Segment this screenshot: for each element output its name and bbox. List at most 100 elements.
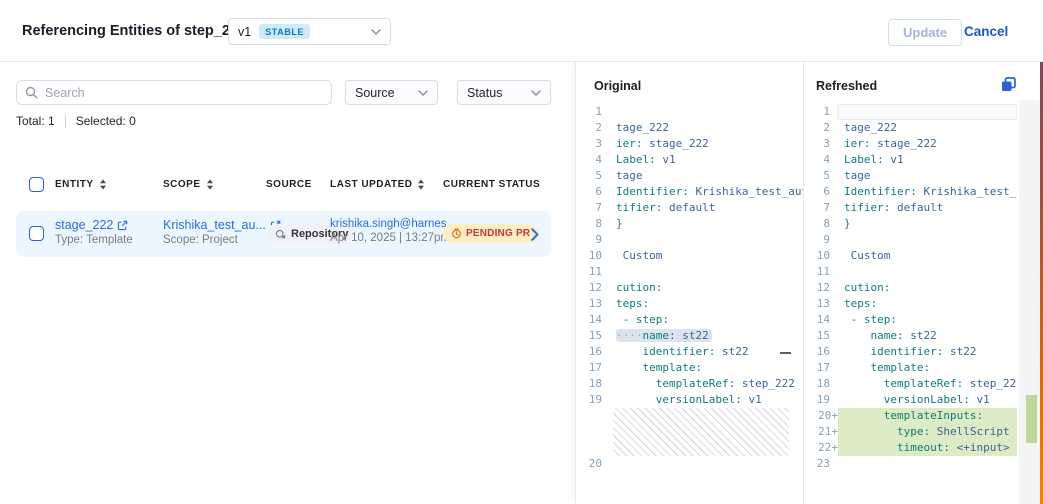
minimap-added-marker <box>1026 395 1037 443</box>
entities-list-pane: Source Status Total: 1 Selected: 0 ENTIT… <box>0 62 575 504</box>
search-box <box>16 80 332 105</box>
select-all-checkbox[interactable] <box>29 177 44 192</box>
chevron-down-icon <box>418 90 428 96</box>
page-title: Referencing Entities of step_222 <box>22 23 246 39</box>
code-line: 6Identifier: Krishika_test_aut <box>804 184 1017 200</box>
search-input[interactable] <box>45 86 323 100</box>
code-line: 21+ type: ShellScript <box>804 424 1017 440</box>
code-line: 14 - step: <box>576 312 803 328</box>
code-line: 4Label: v1 <box>804 152 1017 168</box>
column-header-source: SOURCE <box>266 179 312 190</box>
code-line: 3ier: stage_222 <box>804 136 1017 152</box>
code-line: 15 name: st22 <box>804 328 1017 344</box>
scope-name: Krishika_test_au... <box>163 218 266 232</box>
repository-icon <box>275 229 286 240</box>
code-line: 6Identifier: Krishika_test_aut <box>576 184 803 200</box>
refreshed-code-panel[interactable]: 12tage_2223ier: stage_2224Label: v15tage… <box>804 104 1017 504</box>
code-line: 5tage <box>576 168 803 184</box>
code-line: 17 template: <box>804 360 1017 376</box>
code-line: 7tifier: default <box>804 200 1017 216</box>
entity-link[interactable]: stage_222 <box>55 218 133 232</box>
status-filter-label: Status <box>467 86 502 100</box>
sort-icon[interactable] <box>99 179 107 190</box>
refreshed-panel-title: Refreshed <box>816 79 877 93</box>
title-bar: Referencing Entities of step_222 v1 STAB… <box>0 0 1043 62</box>
code-line: 9 <box>576 232 803 248</box>
entity-type: Type: Template <box>55 234 133 246</box>
code-line: 12cution: <box>804 280 1017 296</box>
status-badge-label: PENDING PR <box>466 228 530 239</box>
code-line: 7tifier: default <box>576 200 803 216</box>
cancel-button[interactable]: Cancel <box>964 24 1008 39</box>
sort-icon[interactable] <box>417 179 425 190</box>
external-link-icon <box>117 220 128 231</box>
code-line: 8} <box>804 216 1017 232</box>
code-line: 18 templateRef: step_222 <box>576 376 803 392</box>
code-line: 16 identifier: st22 <box>804 344 1017 360</box>
sort-icon[interactable] <box>206 179 214 190</box>
code-line: 20 <box>576 456 803 472</box>
code-line: 20+ templateInputs: <box>804 408 1017 424</box>
version-label: v1 <box>238 25 251 39</box>
stats-divider <box>65 115 66 128</box>
search-icon <box>25 86 38 99</box>
code-line: 16 identifier: st22 <box>576 344 803 360</box>
code-line: 10 Custom <box>804 248 1017 264</box>
scope-link[interactable]: Krishika_test_au... <box>163 218 281 232</box>
chevron-down-icon <box>371 29 381 35</box>
code-line: 23 <box>804 456 1017 472</box>
column-header-current-status: CURRENT STATUS <box>443 179 540 190</box>
code-line: 15····name: st22 <box>576 328 803 344</box>
chevron-down-icon <box>531 90 541 96</box>
code-line: 22+ timeout: <+input> <box>804 440 1017 456</box>
row-checkbox[interactable] <box>29 226 44 241</box>
source-filter-label: Source <box>355 86 395 100</box>
yaml-diff-pane: Original Refreshed 12tage_2223ier: stage… <box>575 62 1043 504</box>
status-badge: PENDING PR <box>443 224 538 243</box>
original-panel-title: Original <box>594 79 641 93</box>
code-line: 4Label: v1 <box>576 152 803 168</box>
source-filter-dropdown[interactable]: Source <box>345 80 438 105</box>
code-line: 19 versionLabel: v1 <box>804 392 1017 408</box>
column-header-entity: ENTITY <box>55 179 94 190</box>
stable-status-badge: STABLE <box>259 24 310 39</box>
entity-name: stage_222 <box>55 218 113 232</box>
diff-minimap-scrollbar[interactable] <box>1019 100 1041 504</box>
code-line: 14 - step: <box>804 312 1017 328</box>
code-line: 10 Custom <box>576 248 803 264</box>
updated-by: krishika.singh@harnes... <box>330 218 456 230</box>
status-filter-dropdown[interactable]: Status <box>457 80 551 105</box>
code-line: 13teps: <box>804 296 1017 312</box>
code-line: 12cution: <box>576 280 803 296</box>
diff-alignment-gap <box>613 408 789 456</box>
column-header-scope: SCOPE <box>163 179 201 190</box>
code-line: 1 <box>576 104 803 120</box>
code-line: 19 versionLabel: v1 <box>576 392 803 408</box>
update-button[interactable]: Update <box>888 19 962 46</box>
code-line: 9 <box>804 232 1017 248</box>
code-line: 11 <box>804 264 1017 280</box>
column-header-last-updated: LAST UPDATED <box>330 179 412 190</box>
code-line: 13teps: <box>576 296 803 312</box>
total-count: Total: 1 <box>16 114 55 128</box>
selection-stats: Total: 1 Selected: 0 <box>16 114 136 128</box>
copy-icon[interactable] <box>1000 76 1017 98</box>
table-row[interactable]: stage_222 Type: Template Krishika_test_a… <box>16 211 551 257</box>
updated-at: Apr 10, 2025 | 13:27pm <box>330 232 456 244</box>
original-code-panel[interactable]: 12tage_2223ier: stage_2224Label: v15tage… <box>576 104 803 504</box>
table-header: ENTITY SCOPE SOURCE LAST UPDATED <box>0 175 575 197</box>
code-line: 8} <box>576 216 803 232</box>
code-line: 3ier: stage_222 <box>576 136 803 152</box>
code-line: 2tage_222 <box>576 120 803 136</box>
code-line: 11 <box>576 264 803 280</box>
clock-icon <box>451 228 462 239</box>
code-line: 5tage <box>804 168 1017 184</box>
code-line: 1 <box>804 104 1017 120</box>
code-line: 2tage_222 <box>804 120 1017 136</box>
code-line: 17 template: <box>576 360 803 376</box>
referencing-entities-dialog: Referencing Entities of step_222 v1 STAB… <box>0 0 1043 504</box>
scope-detail: Scope: Project <box>163 234 281 246</box>
row-expand-chevron-icon[interactable] <box>531 228 539 241</box>
code-line: 18 templateRef: step_222 <box>804 376 1017 392</box>
version-selector-dropdown[interactable]: v1 STABLE <box>228 18 391 45</box>
